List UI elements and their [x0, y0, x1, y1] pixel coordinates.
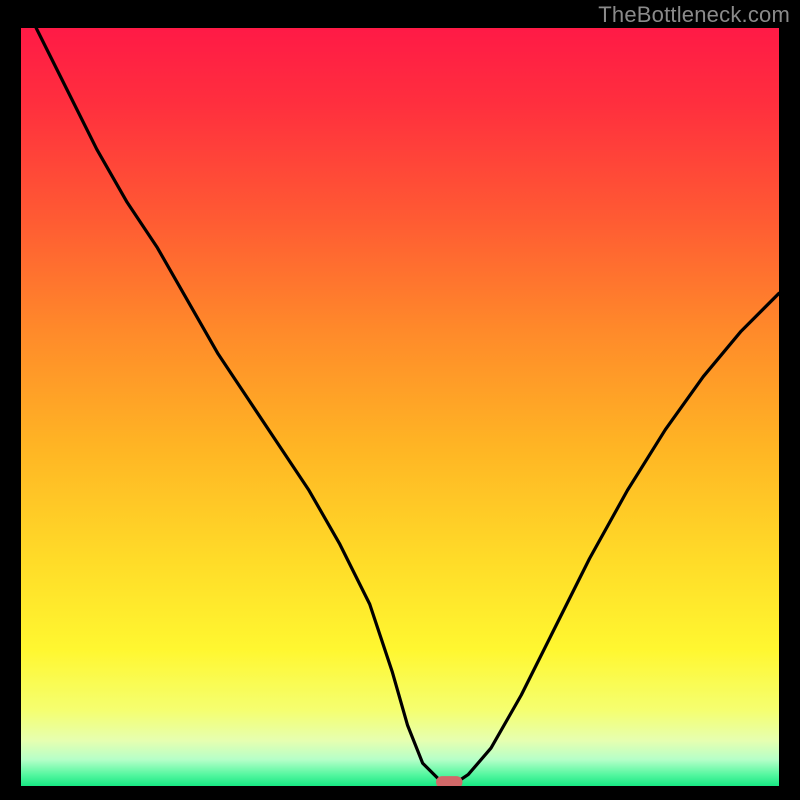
optimal-marker	[436, 776, 463, 786]
gradient-background	[21, 28, 779, 786]
plot-area	[21, 28, 779, 786]
watermark-text: TheBottleneck.com	[598, 2, 790, 28]
chart-svg	[21, 28, 779, 786]
chart-container: TheBottleneck.com	[0, 0, 800, 800]
